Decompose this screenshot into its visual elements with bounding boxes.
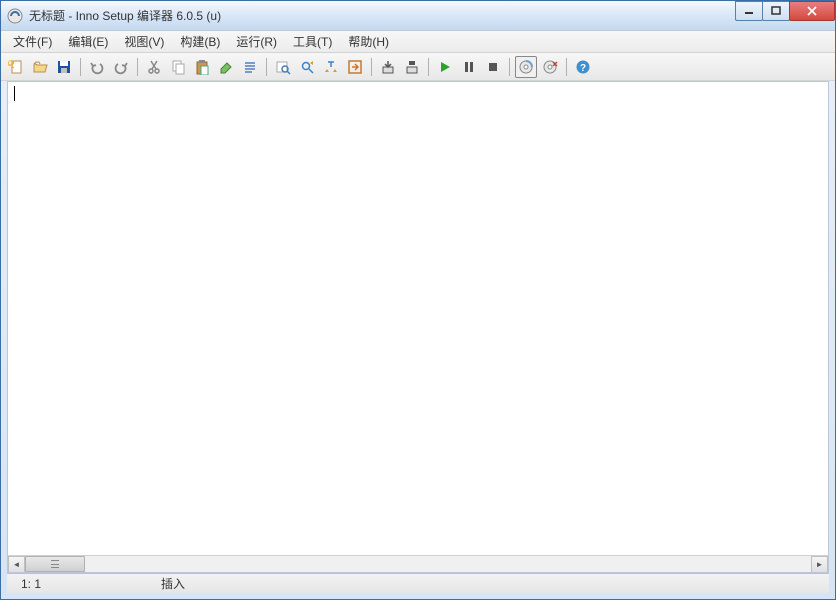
find-icon [275, 59, 291, 75]
copy-button[interactable] [167, 56, 189, 78]
save-button[interactable] [53, 56, 75, 78]
separator [80, 58, 81, 76]
menu-edit[interactable]: 编辑(E) [60, 31, 116, 52]
cd-icon [518, 59, 534, 75]
play-icon [437, 59, 453, 75]
scroll-left-button[interactable]: ◄ [8, 556, 25, 573]
toolbar: ? [1, 53, 835, 81]
copy-icon [170, 59, 186, 75]
text-caret [14, 86, 15, 101]
menubar: 文件(F) 编辑(E) 视图(V) 构建(B) 运行(R) 工具(T) 帮助(H… [1, 31, 835, 53]
cursor-position: 1: 1 [15, 577, 135, 591]
find-button[interactable] [272, 56, 294, 78]
window-controls [736, 1, 835, 21]
gear-arrows-icon [323, 59, 339, 75]
stop-button[interactable] [482, 56, 504, 78]
goto-icon [347, 59, 363, 75]
new-icon [8, 59, 24, 75]
target-setup-button[interactable] [515, 56, 537, 78]
open-icon [32, 59, 48, 75]
separator [509, 58, 510, 76]
help-button[interactable]: ? [572, 56, 594, 78]
replace-icon [299, 59, 315, 75]
stop-compile-button[interactable] [401, 56, 423, 78]
pause-button[interactable] [458, 56, 480, 78]
eraser-icon [218, 59, 234, 75]
window-title: 无标题 - Inno Setup 编译器 6.0.5 (u) [29, 7, 736, 24]
menu-build[interactable]: 构建(B) [172, 31, 228, 52]
editor[interactable]: ◄ ► [7, 81, 829, 573]
edit-mode: 插入 [155, 575, 191, 592]
lines-icon [242, 59, 258, 75]
paste-icon [194, 59, 210, 75]
separator [137, 58, 138, 76]
goto-button[interactable] [344, 56, 366, 78]
scroll-track[interactable] [25, 556, 811, 572]
undo-button[interactable] [86, 56, 108, 78]
target-uninstall-button[interactable] [539, 56, 561, 78]
compile-script-button[interactable] [377, 56, 399, 78]
new-button[interactable] [5, 56, 27, 78]
titlebar[interactable]: 无标题 - Inno Setup 编译器 6.0.5 (u) [1, 1, 835, 31]
horizontal-scrollbar[interactable]: ◄ ► [8, 555, 828, 572]
menu-run[interactable]: 运行(R) [228, 31, 285, 52]
box-stop-icon [404, 59, 420, 75]
menu-tools[interactable]: 工具(T) [285, 31, 340, 52]
redo-icon [113, 59, 129, 75]
app-window: 无标题 - Inno Setup 编译器 6.0.5 (u) 文件(F) 编辑(… [0, 0, 836, 600]
menu-view[interactable]: 视图(V) [116, 31, 172, 52]
separator [428, 58, 429, 76]
separator [371, 58, 372, 76]
close-button[interactable] [789, 1, 835, 21]
open-button[interactable] [29, 56, 51, 78]
cd-x-icon [542, 59, 558, 75]
scroll-right-button[interactable]: ► [811, 556, 828, 573]
scroll-thumb[interactable] [25, 556, 85, 572]
editor-content[interactable] [8, 82, 828, 554]
separator [566, 58, 567, 76]
svg-text:?: ? [580, 63, 586, 74]
box-down-icon [380, 59, 396, 75]
delete-button[interactable] [215, 56, 237, 78]
menu-help[interactable]: 帮助(H) [340, 31, 397, 52]
replace-button[interactable] [296, 56, 318, 78]
cut-button[interactable] [143, 56, 165, 78]
help-icon: ? [575, 59, 591, 75]
menu-file[interactable]: 文件(F) [5, 31, 60, 52]
paste-button[interactable] [191, 56, 213, 78]
undo-icon [89, 59, 105, 75]
compile-button[interactable] [320, 56, 342, 78]
cut-icon [146, 59, 162, 75]
redo-button[interactable] [110, 56, 132, 78]
save-icon [56, 59, 72, 75]
minimize-button[interactable] [735, 1, 763, 21]
run-button[interactable] [434, 56, 456, 78]
pause-icon [461, 59, 477, 75]
stop-icon [485, 59, 501, 75]
statusbar: 1: 1 插入 [7, 573, 829, 593]
app-icon [7, 8, 23, 24]
maximize-button[interactable] [762, 1, 790, 21]
select-all-button[interactable] [239, 56, 261, 78]
separator [266, 58, 267, 76]
